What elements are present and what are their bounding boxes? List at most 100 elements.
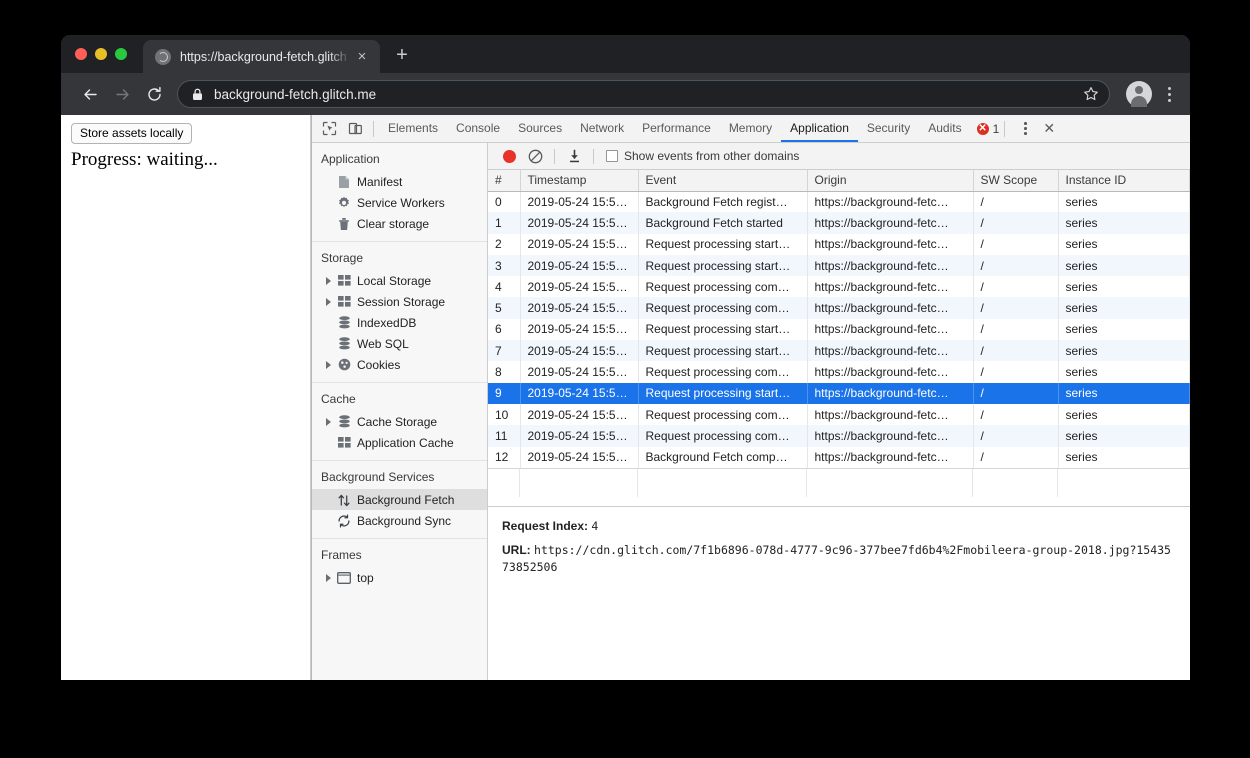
gear-icon	[335, 196, 353, 210]
cell-event: Request processing start…	[638, 318, 808, 341]
show-events-from-other-domains-checkbox[interactable]: Show events from other domains	[606, 149, 799, 163]
sidebar-item-service-workers[interactable]: Service Workers	[312, 192, 487, 213]
updown-arrows-icon	[335, 493, 353, 507]
cell-origin: https://background-fetc…	[807, 297, 974, 319]
cell-timestamp: 2019-05-24 15:5…	[520, 254, 639, 277]
devtools-panel: Elements Console Sources Network Perform…	[311, 115, 1190, 680]
sidebar-group-storage: Storage Local Storage Session Storage In…	[312, 242, 487, 383]
tab-performance[interactable]: Performance	[633, 115, 720, 142]
cell-origin: https://background-fetc…	[807, 340, 974, 362]
device-toolbar-icon[interactable]	[342, 116, 368, 142]
refresh-icon	[335, 513, 353, 528]
table-header-row: # Timestamp Event Origin SW Scope Instan…	[488, 170, 1190, 192]
table-row[interactable]: 1 2019-05-24 15:5… Background Fetch starte…	[488, 212, 1190, 234]
cell-sw-scope: /	[973, 318, 1059, 341]
sidebar-item-cookies[interactable]: Cookies	[312, 354, 487, 375]
cell-index: 0	[488, 191, 521, 213]
column-header-instance-id[interactable]: Instance ID	[1058, 170, 1190, 192]
cell-event: Background Fetch started	[638, 212, 808, 234]
cell-event: Request processing start…	[638, 233, 808, 255]
tab-audits[interactable]: Audits	[919, 115, 970, 142]
column-header-index[interactable]: #	[488, 170, 521, 192]
tab-console[interactable]: Console	[447, 115, 509, 142]
back-icon[interactable]	[75, 79, 105, 109]
table-row[interactable]: 8 2019-05-24 15:5… Request processing com……	[488, 361, 1190, 383]
table-row[interactable]: 4 2019-05-24 15:5… Request processing com……	[488, 276, 1190, 298]
column-header-sw-scope[interactable]: SW Scope	[973, 170, 1059, 192]
checkbox-box[interactable]	[606, 150, 618, 162]
table-row[interactable]: 10 2019-05-24 15:5… Request processing com…	[488, 403, 1190, 426]
devtools-close-button[interactable]: ✕	[1036, 116, 1062, 142]
table-row[interactable]: 0 2019-05-24 15:5… Background Fetch regist…	[488, 191, 1190, 213]
error-count-badge[interactable]: ✕ 1	[976, 122, 999, 136]
chevron-right-icon[interactable]	[321, 418, 335, 426]
cell-index: 6	[488, 318, 521, 341]
new-tab-button[interactable]: +	[388, 42, 416, 70]
table-row[interactable]: 12 2019-05-24 15:5… Background Fetch comp……	[488, 446, 1190, 468]
table-row[interactable]: 3 2019-05-24 15:5… Request processing star…	[488, 254, 1190, 277]
sidebar-item-top[interactable]: top	[312, 567, 487, 588]
sidebar-item-manifest[interactable]: Manifest	[312, 171, 487, 192]
sidebar-item-web-sql[interactable]: Web SQL	[312, 333, 487, 354]
sidebar-item-application-cache[interactable]: Application Cache	[312, 432, 487, 453]
tab-security[interactable]: Security	[858, 115, 919, 142]
table-row[interactable]: 9 2019-05-24 15:5… Request processing star…	[488, 382, 1190, 404]
events-table: # Timestamp Event Origin SW Scope Instan…	[488, 170, 1190, 468]
sidebar-item-local-storage[interactable]: Local Storage	[312, 270, 487, 291]
browser-tab[interactable]: https://background-fetch.glitch ×	[143, 40, 380, 73]
table-row[interactable]: 6 2019-05-24 15:5… Request processing star…	[488, 318, 1190, 341]
clear-button[interactable]	[522, 144, 548, 169]
star-icon[interactable]	[1083, 86, 1099, 102]
cell-origin: https://background-fetc…	[807, 425, 974, 447]
window-maximize-button[interactable]	[115, 48, 127, 60]
column-header-event[interactable]: Event	[638, 170, 808, 192]
window-minimize-button[interactable]	[95, 48, 107, 60]
sidebar-item-cache-storage[interactable]: Cache Storage	[312, 411, 487, 432]
cell-event: Request processing com…	[638, 425, 808, 447]
cell-event: Request processing start…	[638, 254, 808, 277]
tab-memory[interactable]: Memory	[720, 115, 781, 142]
table-row[interactable]: 11 2019-05-24 15:5… Request processing com…	[488, 425, 1190, 447]
sidebar-item-session-storage[interactable]: Session Storage	[312, 291, 487, 312]
table-row[interactable]: 7 2019-05-24 15:5… Request processing star…	[488, 340, 1190, 362]
table-row[interactable]: 2 2019-05-24 15:5… Request processing star…	[488, 233, 1190, 255]
cell-instance-id: series	[1058, 446, 1190, 468]
inspect-element-icon[interactable]	[316, 116, 342, 142]
column-header-origin[interactable]: Origin	[807, 170, 974, 192]
sidebar-item-indexeddb[interactable]: IndexedDB	[312, 312, 487, 333]
cell-timestamp: 2019-05-24 15:5…	[520, 361, 639, 383]
close-icon[interactable]: ×	[352, 47, 372, 67]
sidebar-item-label: Clear storage	[357, 216, 430, 231]
column-header-timestamp[interactable]: Timestamp	[520, 170, 639, 192]
chevron-right-icon[interactable]	[321, 574, 335, 582]
window-close-button[interactable]	[75, 48, 87, 60]
request-index-row: Request Index: 4	[502, 518, 1176, 535]
browser-menu-button[interactable]	[1158, 80, 1180, 108]
record-button[interactable]	[496, 144, 522, 169]
sidebar-item-background-sync[interactable]: Background Sync	[312, 510, 487, 531]
tab-network[interactable]: Network	[571, 115, 633, 142]
browser-window: https://background-fetch.glitch × + back…	[61, 35, 1190, 680]
reload-icon[interactable]	[139, 79, 169, 109]
filler-cell	[488, 468, 520, 497]
chevron-right-icon[interactable]	[321, 298, 335, 306]
avatar[interactable]	[1126, 81, 1152, 107]
store-assets-button[interactable]: Store assets locally	[71, 123, 193, 144]
events-table-container[interactable]: # Timestamp Event Origin SW Scope Instan…	[488, 170, 1190, 506]
cell-sw-scope: /	[973, 233, 1059, 255]
chevron-right-icon[interactable]	[321, 361, 335, 369]
address-bar[interactable]: background-fetch.glitch.me	[177, 80, 1110, 108]
table-row[interactable]: 5 2019-05-24 15:5… Request processing com……	[488, 297, 1190, 319]
tab-elements[interactable]: Elements	[379, 115, 447, 142]
cell-index: 9	[488, 382, 521, 404]
sidebar-item-clear-storage[interactable]: Clear storage	[312, 213, 487, 234]
window-content: Store assets locally Progress: waiting..…	[61, 115, 1190, 680]
tab-application[interactable]: Application	[781, 115, 858, 142]
sidebar-item-background-fetch[interactable]: Background Fetch	[312, 489, 487, 510]
forward-icon[interactable]	[107, 79, 137, 109]
download-button[interactable]	[561, 144, 587, 169]
url-row: URL: https://cdn.glitch.com/7f1b6896-078…	[502, 542, 1176, 576]
devtools-more-button[interactable]	[1016, 116, 1034, 142]
chevron-right-icon[interactable]	[321, 277, 335, 285]
tab-sources[interactable]: Sources	[509, 115, 571, 142]
